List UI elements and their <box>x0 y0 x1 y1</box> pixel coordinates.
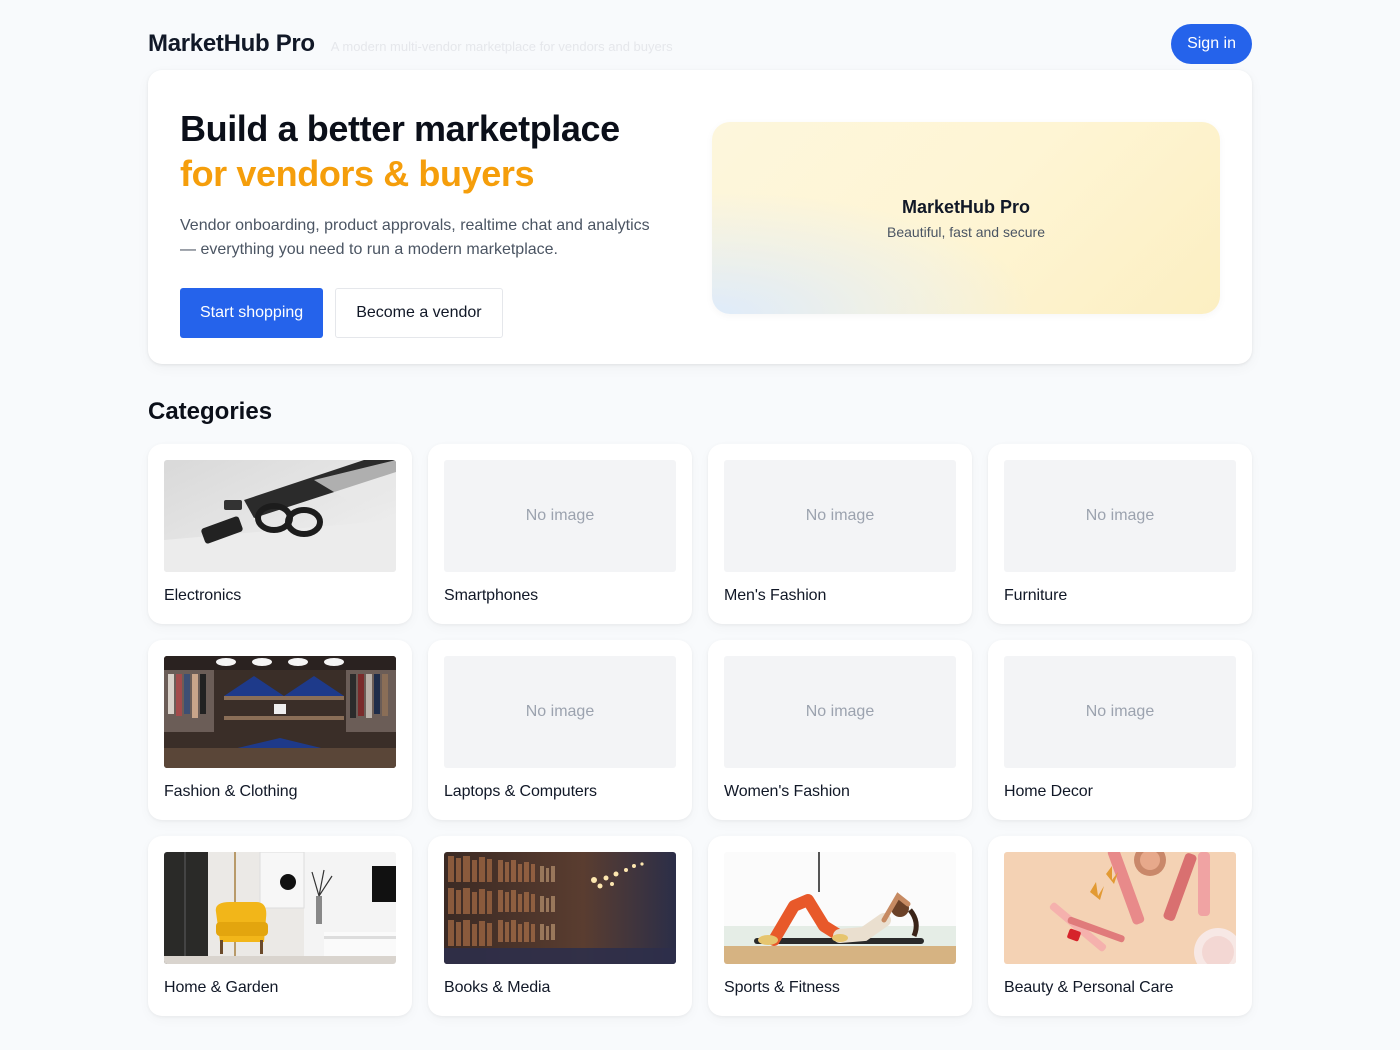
image-placeholder: No image <box>444 656 676 768</box>
category-card-sports-fitness[interactable]: Sports & Fitness <box>708 836 972 1016</box>
hero-description: Vendor onboarding, product approvals, re… <box>180 217 650 258</box>
logo[interactable]: MarketHub Pro <box>148 30 315 58</box>
page: MarketHub Pro A modern multi-vendor mark… <box>148 0 1252 1016</box>
image-placeholder: No image <box>724 656 956 768</box>
category-label: Electronics <box>164 587 242 604</box>
category-card-home-garden[interactable]: Home & Garden <box>148 836 412 1016</box>
category-card-fashion-clothing[interactable]: Fashion & Clothing <box>148 640 412 820</box>
tagline: A modern multi-vendor marketplace for ve… <box>330 38 673 54</box>
category-card-books-media[interactable]: Books & Media <box>428 836 692 1016</box>
sign-in-button[interactable]: Sign in <box>1171 24 1252 64</box>
yellow-armchair-photo <box>164 852 396 964</box>
category-label: Men's Fashion <box>724 587 827 604</box>
category-label: Sports & Fitness <box>724 979 840 996</box>
category-label: Beauty & Personal Care <box>1004 979 1174 996</box>
category-label: Laptops & Computers <box>444 783 597 800</box>
hero-title-line1: Build a better marketplace <box>180 108 620 149</box>
library-shelves-photo <box>444 852 676 964</box>
category-label: Fashion & Clothing <box>164 783 298 800</box>
clothing-store-photo <box>164 656 396 768</box>
category-card-womens-fashion[interactable]: No image Women's Fashion <box>708 640 972 820</box>
image-placeholder: No image <box>1004 460 1236 572</box>
hero-card: Build a better marketplace for vendors &… <box>148 70 1252 364</box>
category-label: Smartphones <box>444 587 539 604</box>
woman-exercising-photo <box>724 852 956 964</box>
category-label: Books & Media <box>444 979 551 996</box>
category-card-laptops-computers[interactable]: No image Laptops & Computers <box>428 640 692 820</box>
category-label: Women's Fashion <box>724 783 850 800</box>
hero-title: Build a better marketplace for vendors &… <box>180 106 660 196</box>
hero-illustration: MarketHub Pro Beautiful, fast and secure <box>712 122 1220 314</box>
hero-actions: Start shopping Become a vendor <box>180 288 660 338</box>
category-label: Furniture <box>1004 587 1068 604</box>
category-card-furniture[interactable]: No image Furniture <box>988 444 1252 624</box>
hero-title-line2: for vendors & buyers <box>180 153 535 194</box>
category-card-electronics[interactable]: Electronics <box>148 444 412 624</box>
makeup-products-photo <box>1004 852 1236 964</box>
image-placeholder: No image <box>724 460 956 572</box>
category-label: Home & Garden <box>164 979 279 996</box>
categories-grid: Electronics No image Smartphones No imag… <box>148 444 1252 1016</box>
hero-content: Build a better marketplace for vendors &… <box>180 106 660 338</box>
category-card-home-decor[interactable]: No image Home Decor <box>988 640 1252 820</box>
start-shopping-button[interactable]: Start shopping <box>180 288 324 338</box>
image-placeholder: No image <box>1004 656 1236 768</box>
category-card-mens-fashion[interactable]: No image Men's Fashion <box>708 444 972 624</box>
categories-title: Categories <box>148 398 273 425</box>
electronics-photo <box>164 460 396 572</box>
category-label: Home Decor <box>1004 783 1093 800</box>
category-card-smartphones[interactable]: No image Smartphones <box>428 444 692 624</box>
image-placeholder: No image <box>444 460 676 572</box>
hero-art-subtitle: Beautiful, fast and secure <box>887 223 1045 240</box>
become-vendor-button[interactable]: Become a vendor <box>335 288 503 338</box>
hero-art-title: MarketHub Pro <box>901 196 1031 217</box>
category-card-beauty-personal-care[interactable]: Beauty & Personal Care <box>988 836 1252 1016</box>
